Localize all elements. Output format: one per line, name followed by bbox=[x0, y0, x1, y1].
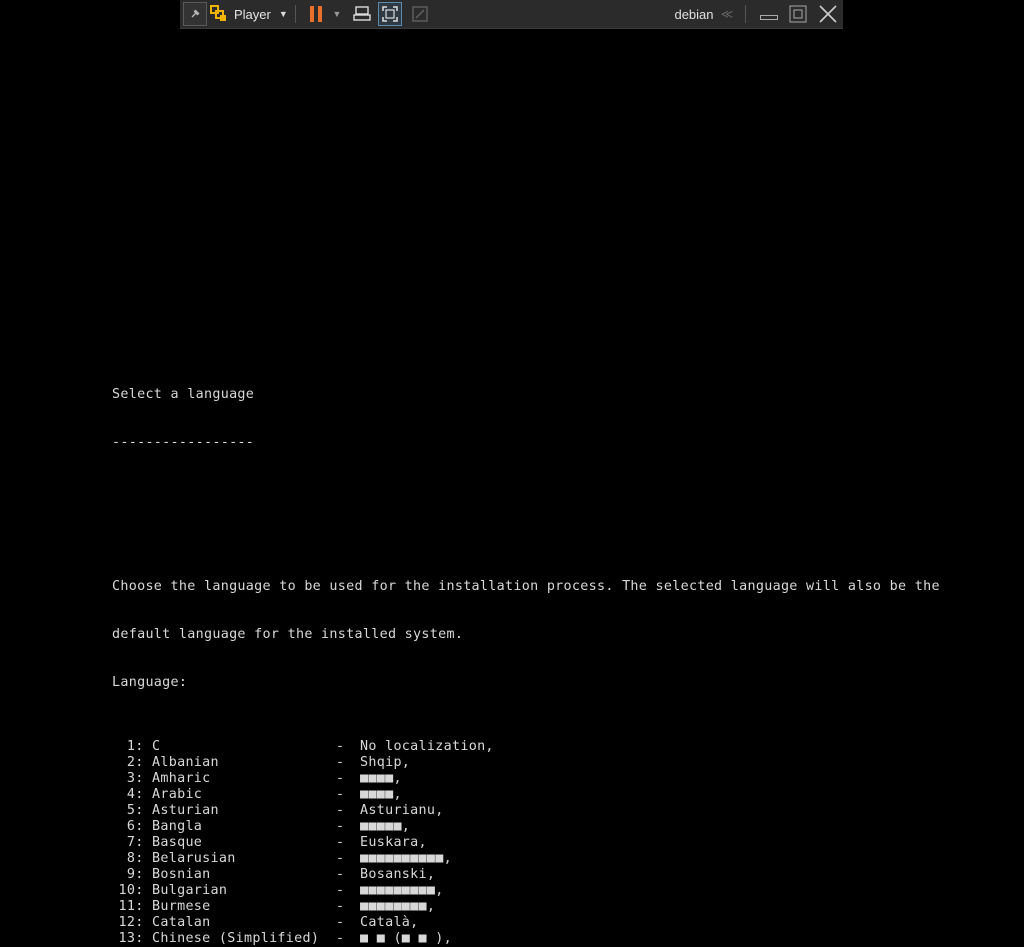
separator-dash: - bbox=[336, 867, 345, 882]
language-native-name: Euskara, bbox=[360, 835, 427, 850]
language-name: Bosnian bbox=[152, 867, 211, 882]
language-native-name: ■ ■ (■ ■ ), bbox=[360, 931, 452, 946]
close-button[interactable] bbox=[816, 0, 840, 28]
separator-dash: - bbox=[336, 883, 345, 898]
language-native-name: No localization, bbox=[360, 739, 494, 754]
language-number: 6: bbox=[126, 819, 152, 834]
list-item: 11: Burmese - ■■■■■■■■, bbox=[112, 899, 940, 915]
list-item: 6: Bangla - ■■■■■, bbox=[112, 819, 940, 835]
language-native-name: ■■■■, bbox=[360, 771, 402, 786]
separator-dash: - bbox=[336, 835, 345, 850]
list-item: 10: Bulgarian - ■■■■■■■■■, bbox=[112, 883, 940, 899]
language-number: 9: bbox=[126, 867, 152, 882]
list-item: 2: Albanian - Shqip, bbox=[112, 755, 940, 771]
language-prompt: Language: bbox=[112, 675, 188, 690]
separator-dash: - bbox=[336, 819, 345, 834]
power-options-dropdown[interactable]: ▼ bbox=[331, 0, 343, 28]
language-number: 11: bbox=[118, 899, 152, 914]
pin-icon[interactable] bbox=[183, 2, 207, 26]
language-name: Albanian bbox=[152, 755, 219, 770]
language-native-name: ■■■■■, bbox=[360, 819, 411, 834]
language-number: 7: bbox=[126, 835, 152, 850]
unity-button[interactable] bbox=[408, 0, 432, 28]
language-list: 1: C - No localization, 2: Albanian - Shqip, 3… bbox=[112, 739, 940, 946]
send-ctrl-alt-del-button[interactable] bbox=[350, 0, 374, 28]
list-item: 13: Chinese (Simplified) - ■ ■ (■ ■ ), bbox=[112, 931, 940, 947]
restore-icon bbox=[789, 5, 807, 23]
separator-dash: - bbox=[336, 739, 345, 754]
minimize-icon bbox=[760, 15, 778, 20]
language-native-name: ■■■■■■■■■, bbox=[360, 883, 444, 898]
pause-icon bbox=[310, 6, 322, 22]
toolbar-divider bbox=[295, 5, 296, 23]
send-ctrl-alt-del-icon bbox=[353, 6, 371, 21]
minimize-button[interactable] bbox=[758, 0, 780, 28]
installer-console: Select a language ----------------- Choo… bbox=[112, 355, 940, 946]
list-item: 5: Asturian - Asturianu, bbox=[112, 803, 940, 819]
language-name: Belarusian bbox=[152, 851, 236, 866]
close-icon bbox=[819, 5, 837, 23]
toolbar-divider bbox=[745, 5, 746, 23]
language-number: 1: bbox=[126, 739, 152, 754]
separator-dash: - bbox=[336, 755, 345, 770]
language-name: Basque bbox=[152, 835, 203, 850]
pause-button[interactable] bbox=[305, 0, 327, 28]
language-name: Bangla bbox=[152, 819, 203, 834]
description-text: default language for the installed syste… bbox=[112, 627, 464, 642]
fullscreen-icon bbox=[382, 6, 398, 22]
player-menu-label: Player bbox=[234, 6, 271, 22]
language-native-name: ■■■■■■■■, bbox=[360, 899, 436, 914]
list-item: 4: Arabic - ■■■■, bbox=[112, 787, 940, 803]
separator-dash: - bbox=[336, 899, 345, 914]
language-native-name: Shqip, bbox=[360, 755, 411, 770]
language-number: 3: bbox=[126, 771, 152, 786]
vm-name-label: debian bbox=[674, 6, 714, 22]
separator-dash: - bbox=[336, 803, 345, 818]
language-native-name: ■■■■, bbox=[360, 787, 402, 802]
chevron-down-icon: ▼ bbox=[278, 9, 288, 19]
language-native-name: Bosanski, bbox=[360, 867, 436, 882]
list-item: 3: Amharic - ■■■■, bbox=[112, 771, 940, 787]
language-name: Asturian bbox=[152, 803, 219, 818]
language-number: 2: bbox=[126, 755, 152, 770]
separator-dash: - bbox=[336, 931, 345, 946]
separator-dash: - bbox=[336, 771, 345, 786]
description-text: Choose the language to be used for the i… bbox=[112, 579, 940, 594]
vmware-player-toolbar: Player ▼ ▼ debian ≪ bbox=[180, 0, 843, 29]
language-number: 5: bbox=[126, 803, 152, 818]
language-native-name: Català, bbox=[360, 915, 419, 930]
language-number: 8: bbox=[126, 851, 152, 866]
list-item: 9: Bosnian - Bosanski, bbox=[112, 867, 940, 883]
unity-icon bbox=[412, 6, 428, 22]
language-native-name: Asturianu, bbox=[360, 803, 444, 818]
language-name: Catalan bbox=[152, 915, 211, 930]
list-item: 1: C - No localization, bbox=[112, 739, 940, 755]
language-number: 13: bbox=[118, 931, 152, 946]
language-name: Arabic bbox=[152, 787, 203, 802]
title-underline: ----------------- bbox=[112, 435, 255, 450]
player-menu-button[interactable]: Player ▼ bbox=[210, 0, 292, 28]
list-item: 8: Belarusian - ■■■■■■■■■■, bbox=[112, 851, 940, 867]
fullscreen-button[interactable] bbox=[378, 2, 402, 26]
language-name: Amharic bbox=[152, 771, 211, 786]
language-number: 10: bbox=[118, 883, 152, 898]
separator-dash: - bbox=[336, 787, 345, 802]
list-item: 7: Basque - Euskara, bbox=[112, 835, 940, 851]
vmware-logo-icon bbox=[210, 5, 228, 23]
language-name: Burmese bbox=[152, 899, 211, 914]
collapse-toolbar-icon[interactable]: ≪ bbox=[720, 0, 734, 28]
language-name: Bulgarian bbox=[152, 883, 228, 898]
separator-dash: - bbox=[336, 851, 345, 866]
language-native-name: ■■■■■■■■■■, bbox=[360, 851, 452, 866]
list-item: 12: Catalan - Català, bbox=[112, 915, 940, 931]
language-number: 4: bbox=[126, 787, 152, 802]
restore-button[interactable] bbox=[787, 0, 809, 28]
language-number: 12: bbox=[118, 915, 152, 930]
separator-dash: - bbox=[336, 915, 345, 930]
language-name: Chinese (Simplified) bbox=[152, 931, 320, 946]
language-name: C bbox=[152, 739, 161, 754]
page-title: Select a language bbox=[112, 387, 255, 402]
